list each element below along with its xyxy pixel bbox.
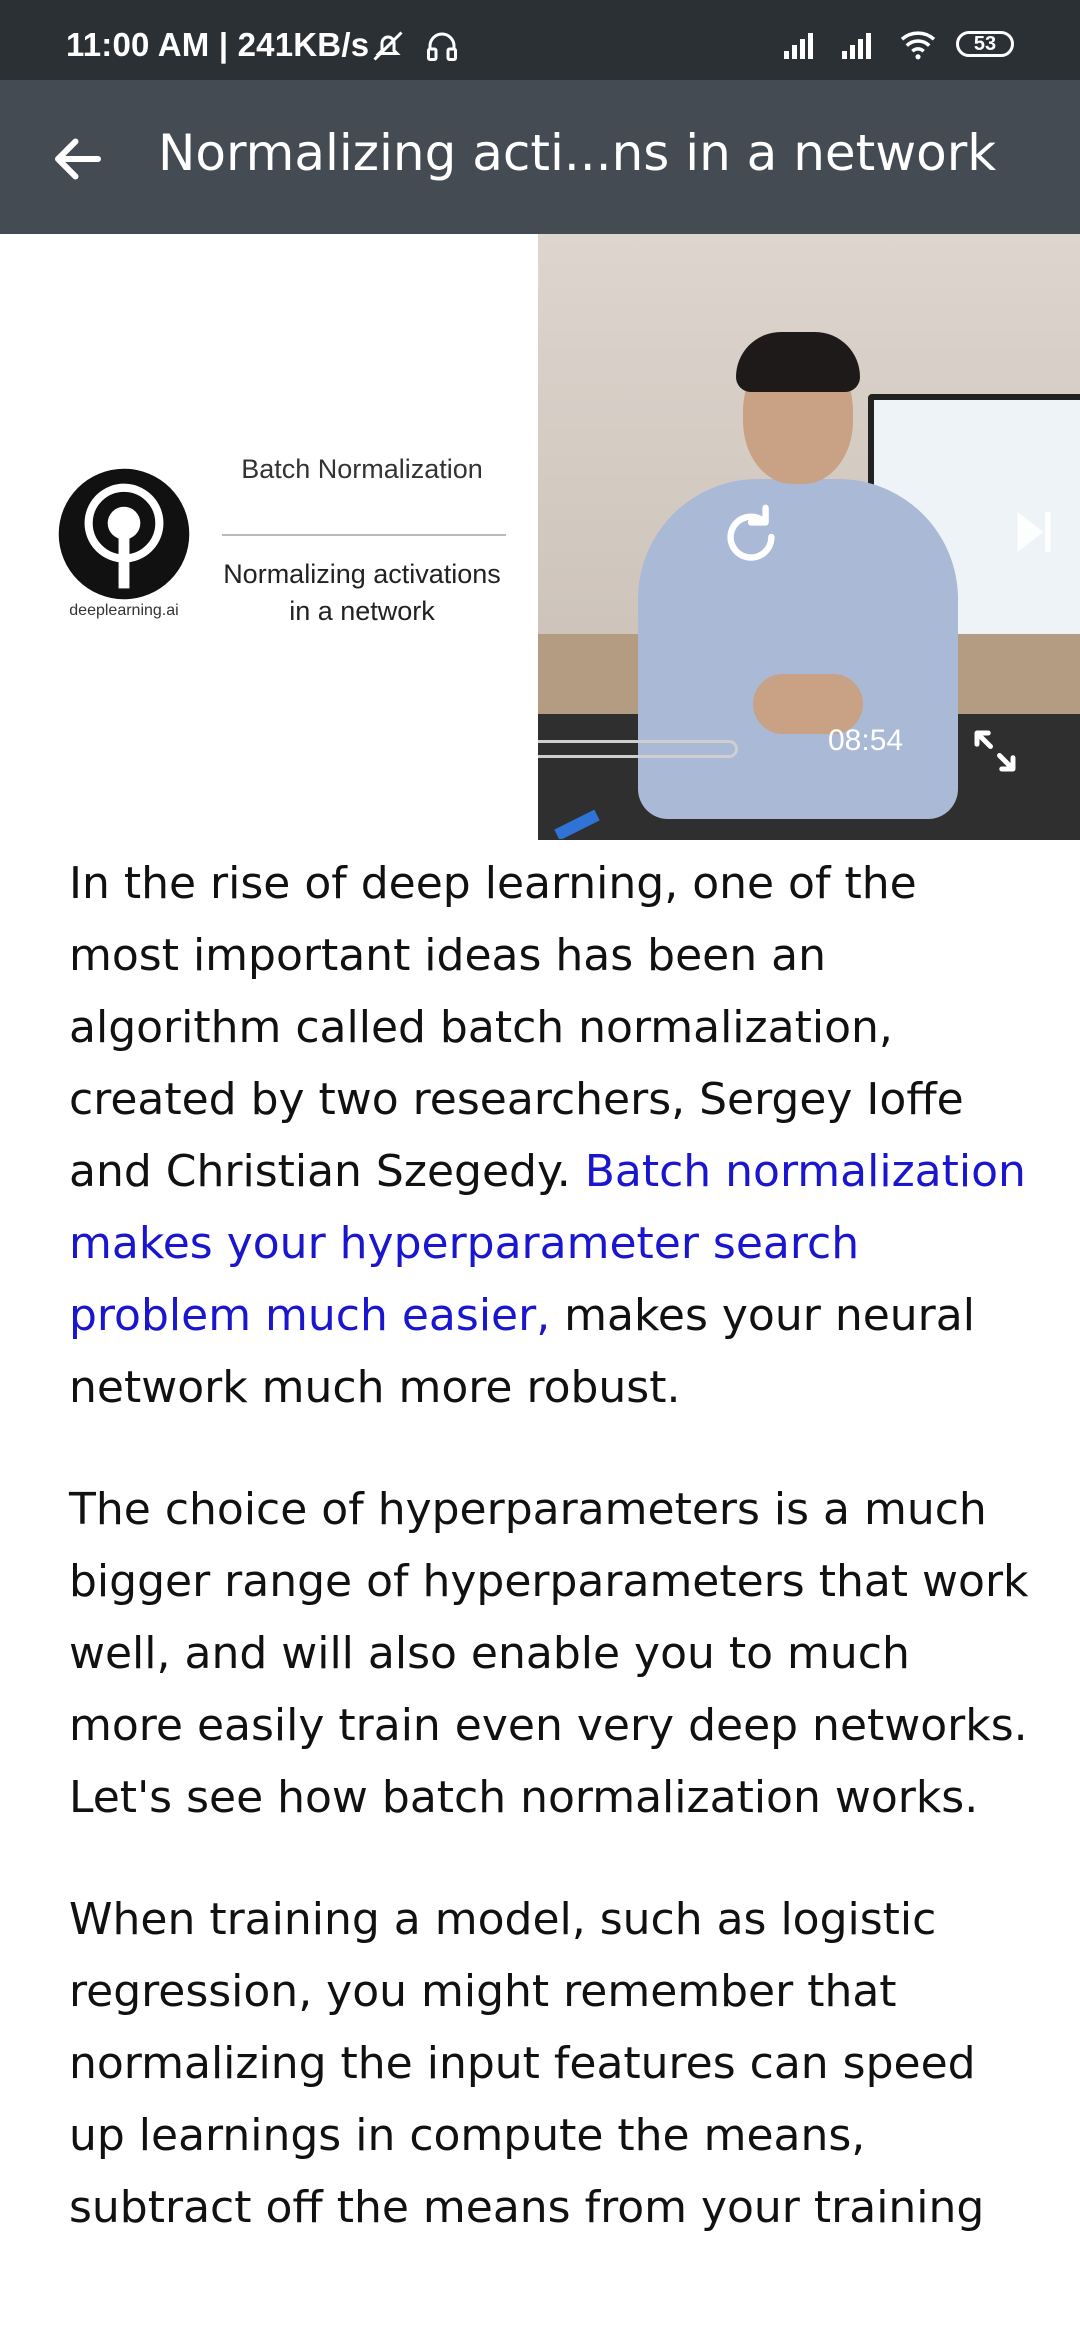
replay-icon[interactable] <box>716 502 786 572</box>
video-presenter-hair <box>736 332 860 392</box>
transcript-paragraph: In the rise of deep learning, one of the… <box>69 848 1029 1424</box>
status-left-icons <box>370 28 460 64</box>
transcript-paragraph: When training a model, such as logistic … <box>69 1894 985 2233</box>
video-presenter-body <box>638 479 958 819</box>
slide-divider <box>222 534 506 536</box>
slide-subheading: Normalizing activations in a network <box>223 559 501 626</box>
signal-icon <box>784 33 813 59</box>
logo-caption: deeplearning.ai <box>69 602 179 619</box>
status-right-icons: 53 <box>782 28 1014 60</box>
deeplearning-logo <box>58 468 190 600</box>
battery-icon: 53 <box>956 31 1014 57</box>
loading-spinner-icon <box>554 809 600 839</box>
status-bar: 11:00 AM | 241KB/s 53 <box>0 0 1080 80</box>
signal-icon <box>842 33 871 59</box>
transcript: In the rise of deep learning, one of the… <box>69 848 1029 2294</box>
lecture-media: deeplearning.ai Batch Normalization Norm… <box>0 234 1080 840</box>
slide-heading: Batch Normalization <box>241 454 483 484</box>
lecture-slide: deeplearning.ai Batch Normalization Norm… <box>0 234 538 840</box>
page-title: Normalizing acti...ns in a network <box>158 124 997 182</box>
headphones-icon <box>427 32 457 61</box>
app-bar: Normalizing acti...ns in a network <box>0 80 1080 234</box>
video-progress-bar[interactable] <box>538 740 738 758</box>
fullscreen-icon[interactable] <box>968 724 1022 778</box>
transcript-paragraph: The choice of hyperparameters is a much … <box>69 1484 1029 1823</box>
video-duration: 08:54 <box>828 724 904 757</box>
wifi-icon <box>900 31 936 60</box>
skip-next-icon[interactable] <box>1012 506 1056 558</box>
video-player[interactable]: 08:54 <box>538 234 1080 840</box>
battery-level: 53 <box>973 32 997 55</box>
mute-bell-icon <box>373 31 403 61</box>
status-time: 11:00 AM | 241KB/s <box>66 26 370 63</box>
back-arrow-icon[interactable] <box>48 129 108 189</box>
